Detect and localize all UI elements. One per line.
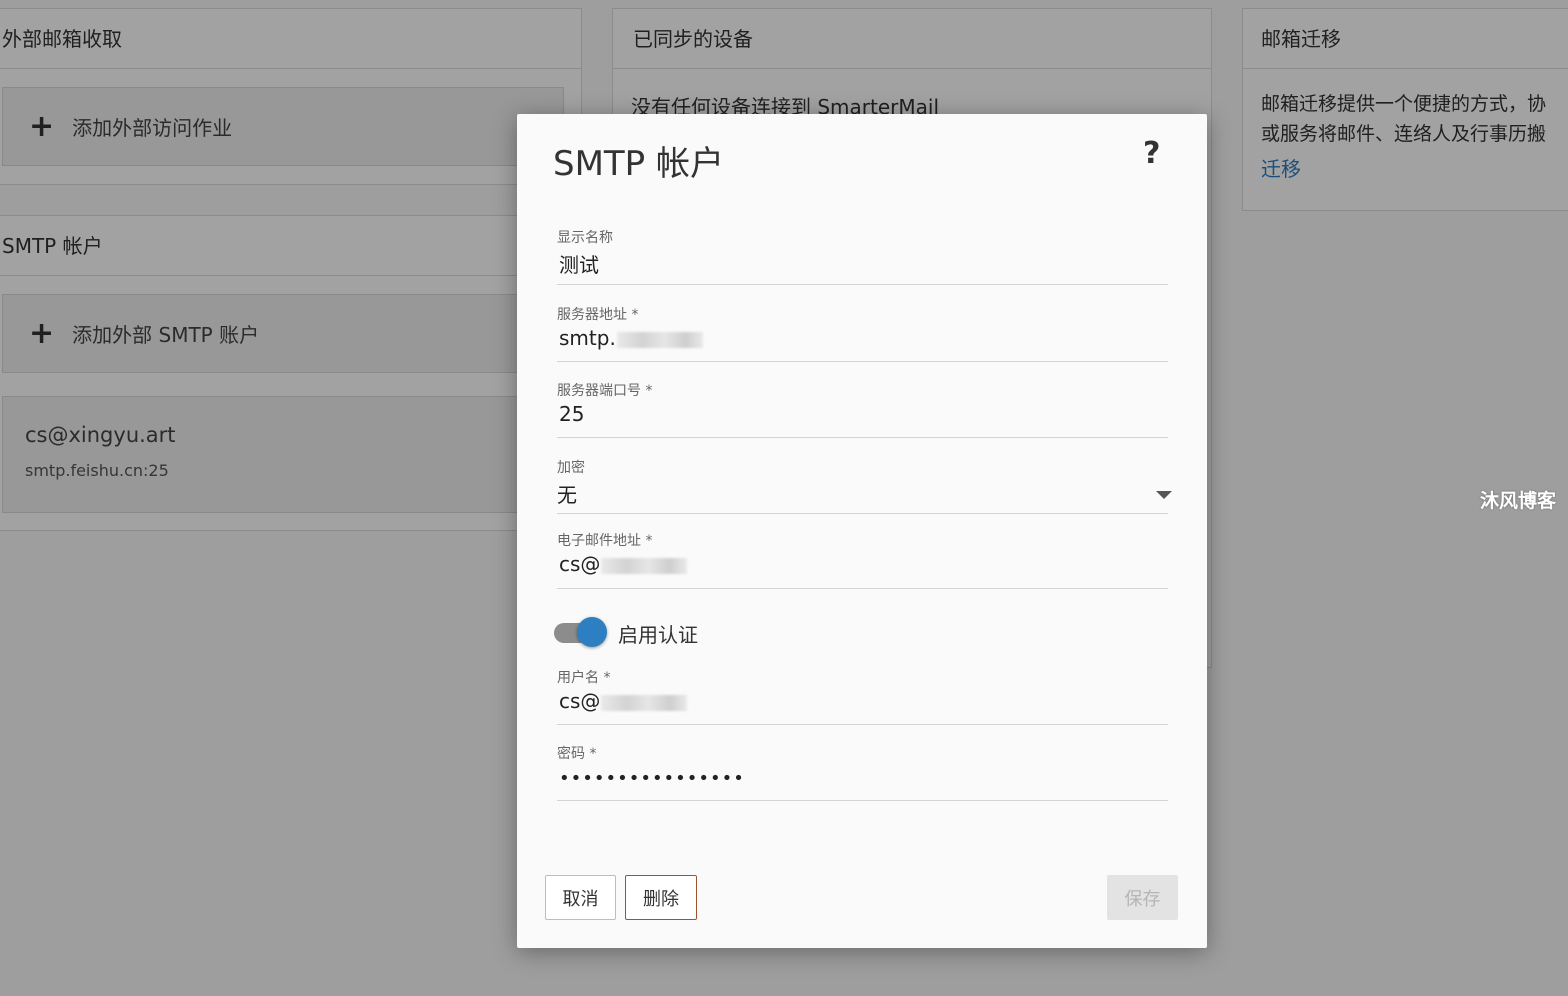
username-value: cs@ <box>559 689 688 713</box>
server-address-text: smtp. <box>559 326 616 350</box>
password-value: •••••••••••••••• <box>559 768 745 789</box>
watermark: 沐风博客 <box>1480 490 1557 512</box>
redaction-blur <box>601 694 688 711</box>
email-address-value: cs@ <box>559 552 688 576</box>
encryption-label: 加密 <box>557 460 585 476</box>
dialog-title: SMTP 帐户 <box>553 144 724 184</box>
chevron-down-icon <box>1156 491 1172 499</box>
toggle-knob <box>577 617 607 647</box>
cancel-button[interactable]: 取消 <box>545 875 616 920</box>
toggle-track <box>554 617 607 647</box>
delete-button[interactable]: 删除 <box>625 875 697 920</box>
encryption-value: 无 <box>557 483 577 507</box>
server-port-field[interactable]: 服务器端口号 * 25 <box>557 380 1168 438</box>
username-field[interactable]: 用户名 * cs@ <box>557 667 1168 725</box>
email-address-label: 电子邮件地址 * <box>557 533 653 549</box>
server-address-value: smtp. <box>559 326 703 350</box>
enable-auth-label: 启用认证 <box>618 622 698 647</box>
redaction-blur <box>616 331 703 348</box>
help-icon[interactable]: ? <box>1143 136 1160 171</box>
email-address-field[interactable]: 电子邮件地址 * cs@ <box>557 530 1168 589</box>
display-name-field[interactable]: 显示名称 测试 <box>557 227 1168 285</box>
password-label: 密码 * <box>557 746 597 762</box>
display-name-value: 测试 <box>559 253 599 277</box>
server-port-label: 服务器端口号 * <box>557 383 653 399</box>
save-button[interactable]: 保存 <box>1107 875 1178 920</box>
server-address-field[interactable]: 服务器地址 * smtp. <box>557 304 1168 362</box>
smtp-account-dialog: SMTP 帐户 ? 显示名称 测试 服务器地址 * smtp. 服务器端口号 *… <box>517 114 1207 948</box>
username-label: 用户名 * <box>557 670 611 686</box>
enable-auth-toggle[interactable]: 启用认证 <box>554 616 698 650</box>
server-address-label: 服务器地址 * <box>557 307 639 323</box>
username-text: cs@ <box>559 689 601 713</box>
password-field[interactable]: 密码 * •••••••••••••••• <box>557 743 1168 801</box>
server-port-value: 25 <box>559 402 585 426</box>
encryption-select[interactable]: 加密 无 <box>557 457 1172 514</box>
email-address-text: cs@ <box>559 552 601 576</box>
display-name-label: 显示名称 <box>557 230 613 246</box>
redaction-blur <box>601 557 688 574</box>
